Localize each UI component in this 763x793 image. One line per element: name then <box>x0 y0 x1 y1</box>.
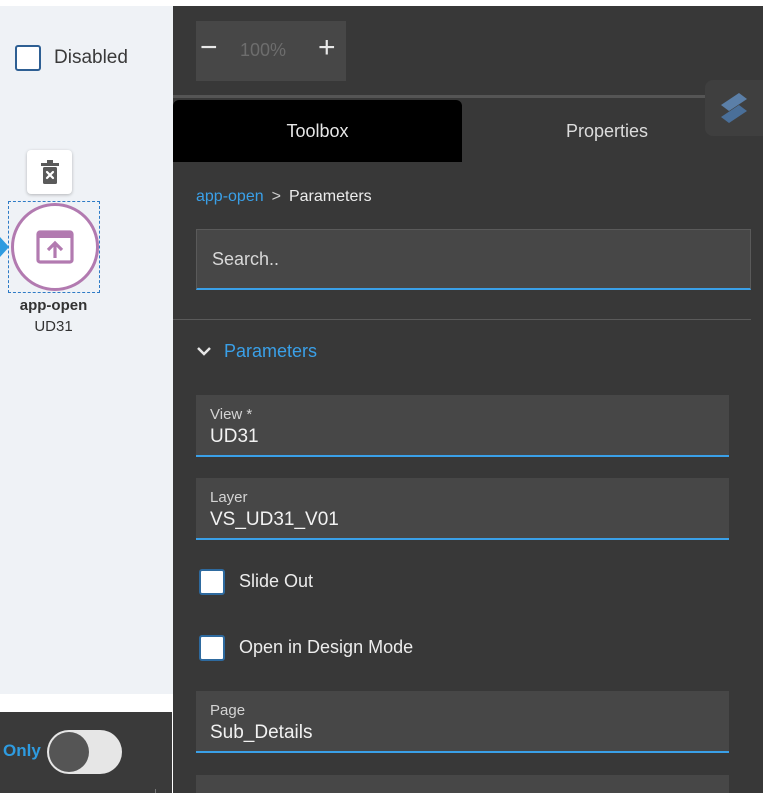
node-id-label: UD31 <box>34 318 73 335</box>
slide-out-label: Slide Out <box>239 571 314 591</box>
layer-field[interactable]: Layer VS_UD31_V01 <box>196 478 729 540</box>
disabled-label: Disabled <box>54 47 128 68</box>
node-name-label: app-open <box>19 297 88 314</box>
toggle-knob[interactable] <box>49 732 89 772</box>
page-field[interactable]: Page Sub_Details <box>196 691 729 753</box>
tab-properties[interactable]: Properties <box>462 100 752 162</box>
flow-canvas[interactable] <box>0 6 173 694</box>
bottom-divider <box>155 789 156 793</box>
section-title: Parameters <box>224 340 318 361</box>
app-open-node[interactable] <box>11 203 99 291</box>
breadcrumb-separator: > <box>271 188 281 205</box>
view-field-label: View * <box>210 406 253 423</box>
breadcrumb-current: Parameters <box>288 188 372 205</box>
section-divider <box>173 319 751 320</box>
layer-field-value[interactable]: VS_UD31_V01 <box>210 509 339 531</box>
design-mode-checkbox[interactable] <box>199 635 225 661</box>
slide-out-checkbox[interactable] <box>199 569 225 595</box>
zoom-in-button[interactable]: + <box>318 31 336 65</box>
view-field[interactable]: View * UD31 <box>196 395 729 457</box>
toggle-label: Only <box>3 741 41 760</box>
delete-node-button[interactable] <box>27 150 72 194</box>
breadcrumb-link-app-open[interactable]: app-open <box>196 188 264 205</box>
page-field-label: Page <box>210 702 246 719</box>
parameters-section-header[interactable]: Parameters <box>196 339 317 363</box>
design-mode-label: Open in Design Mode <box>239 637 414 657</box>
zoom-level: 100% <box>240 40 287 60</box>
zoom-out-button[interactable]: − <box>200 31 218 65</box>
panel-divider <box>173 95 763 98</box>
chevron-down-icon <box>197 347 211 356</box>
search-input[interactable] <box>196 229 751 290</box>
layer-field-label: Layer <box>210 489 248 506</box>
app-open-icon <box>36 230 74 264</box>
page-field-value[interactable]: Sub_Details <box>210 722 312 744</box>
disabled-checkbox[interactable] <box>15 45 41 71</box>
node-input-arrow[interactable] <box>0 237 9 257</box>
next-field-partial[interactable] <box>196 775 729 793</box>
tab-toolbox[interactable]: Toolbox <box>173 100 462 162</box>
trash-x-icon <box>40 160 59 184</box>
breadcrumb: app-open > Parameters <box>196 188 372 206</box>
view-field-value[interactable]: UD31 <box>210 426 259 448</box>
